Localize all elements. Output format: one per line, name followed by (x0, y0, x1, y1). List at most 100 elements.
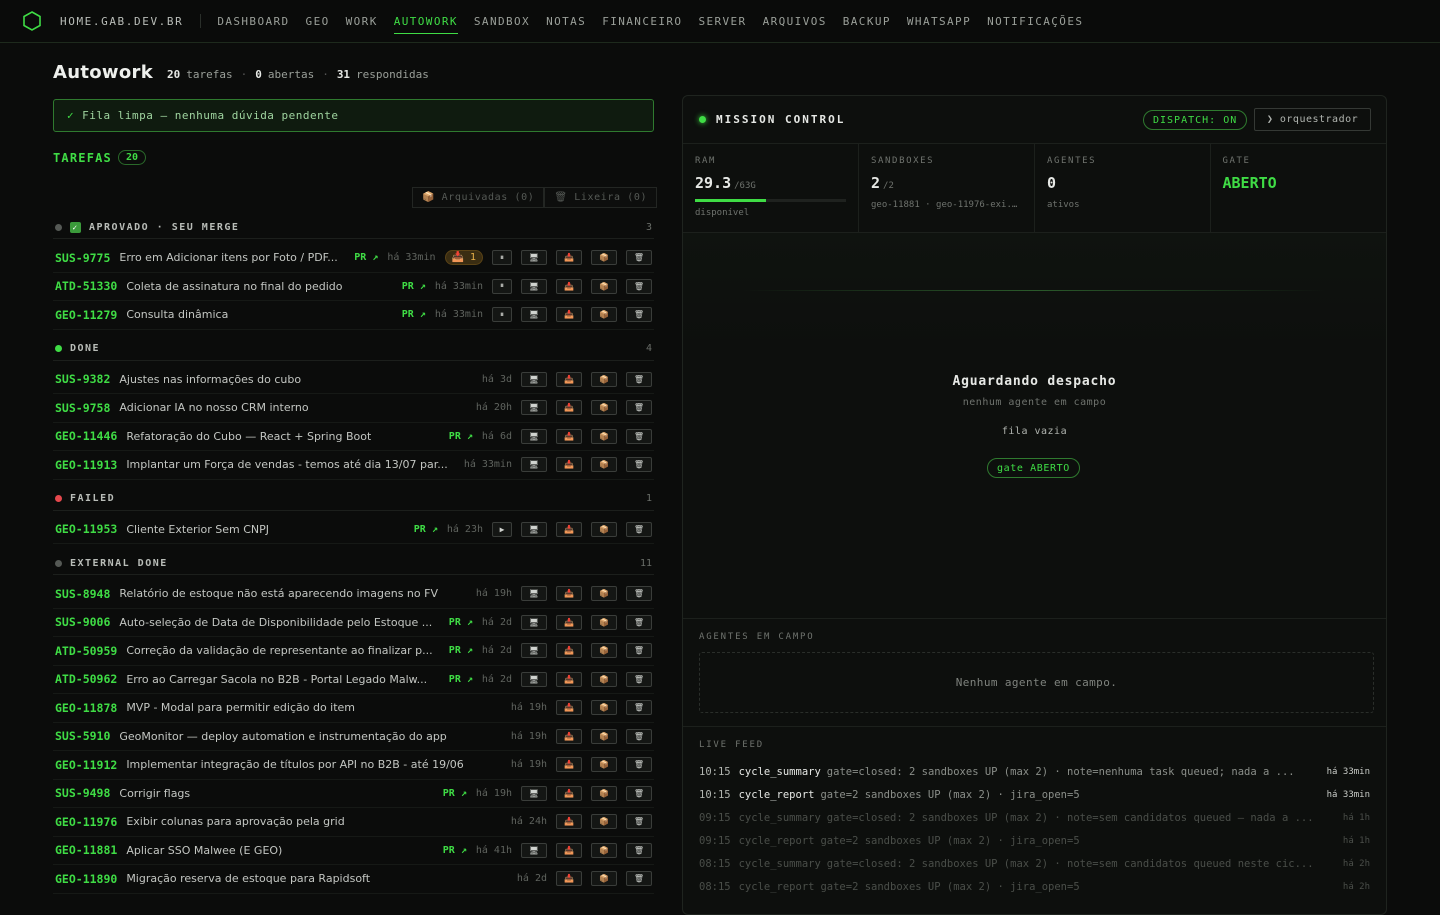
inbox-icon[interactable]: 📥 (556, 457, 582, 473)
task-title[interactable]: Migração reserva de estoque para Rapidso… (126, 872, 370, 885)
orquestrador-button[interactable]: ❯ orquestrador (1254, 108, 1371, 131)
archive-icon[interactable]: 📦 (591, 814, 617, 830)
dispatch-toggle[interactable]: DISPATCH: ON (1143, 110, 1248, 130)
task-row[interactable]: SUS-8948 Relatório de estoque não está ap… (53, 580, 654, 609)
pr-link[interactable]: PR ↗ (443, 845, 467, 856)
archive-icon[interactable]: 📦 (591, 371, 617, 387)
monitor-icon[interactable]: 🖥 (521, 250, 547, 266)
inbox-icon[interactable]: 📥 (556, 371, 582, 387)
task-row[interactable]: SUS-9382 Ajustes nas informações do cubo h… (53, 366, 654, 394)
archive-icon[interactable]: 📦 (591, 307, 617, 323)
archive-icon[interactable]: 📦 (591, 871, 617, 887)
brand-name[interactable]: HOME.GAB.DEV.BR (60, 15, 183, 28)
pause-icon[interactable]: ⏸ (492, 278, 512, 294)
monitor-icon[interactable]: 🖥 (521, 428, 547, 444)
monitor-icon[interactable]: 🖥 (521, 457, 547, 473)
nav-link-arquivos[interactable]: ARQUIVOS (763, 11, 827, 32)
task-id-link[interactable]: GEO-11279 (55, 308, 117, 322)
task-row[interactable]: SUS-9006 Auto-seleção de Data de Disponib… (53, 609, 654, 637)
trash-icon[interactable]: 🗑 (626, 728, 652, 744)
task-row[interactable]: ATD-50962 Erro ao Carregar Sacola no B2B … (53, 666, 654, 694)
group-header[interactable]: FAILED 1 (53, 488, 654, 511)
archive-icon[interactable]: 📦 (591, 278, 617, 294)
task-row[interactable]: SUS-9758 Adicionar IA no nosso CRM intern… (53, 394, 654, 423)
task-row[interactable]: GEO-11446 Refatoração do Cubo — React + S… (53, 423, 654, 451)
monitor-icon[interactable]: 🖥 (521, 307, 547, 323)
nav-link-work[interactable]: WORK (346, 11, 378, 32)
task-row[interactable]: GEO-11953 Cliente Exterior Sem CNPJ PR ↗ há… (53, 516, 654, 544)
nav-link-server[interactable]: SERVER (698, 11, 746, 32)
inbox-icon[interactable]: 📥 (556, 278, 582, 294)
task-id-link[interactable]: SUS-9758 (55, 401, 110, 415)
task-title[interactable]: Aplicar SSO Malwee (E GEO) (126, 844, 282, 857)
monitor-icon[interactable]: 🖥 (521, 842, 547, 858)
task-row[interactable]: ATD-50959 Correção da validação de repres… (53, 637, 654, 666)
archive-icon[interactable]: 📦 (591, 842, 617, 858)
group-header[interactable]: ✓ APROVADO · SEU MERGE 3 (53, 216, 654, 239)
task-row[interactable]: GEO-11881 Aplicar SSO Malwee (E GEO) PR ↗ h… (53, 837, 654, 865)
inbox-icon[interactable]: 📥 (556, 614, 582, 630)
pr-link[interactable]: PR ↗ (443, 788, 467, 799)
archive-icon[interactable]: 📦 (591, 614, 617, 630)
inbox-icon[interactable]: 📥 (556, 400, 582, 416)
monitor-icon[interactable]: 🖥 (521, 586, 547, 602)
hexagon-logo-icon[interactable] (22, 11, 42, 31)
task-title[interactable]: Coleta de assinatura no final do pedido (126, 280, 342, 293)
trash-icon[interactable]: 🗑 (626, 757, 652, 773)
task-title[interactable]: Consulta dinâmica (126, 308, 228, 321)
task-id-link[interactable]: GEO-11881 (55, 843, 117, 857)
task-row[interactable]: GEO-11976 Exibir colunas para aprovação p… (53, 808, 654, 837)
task-title[interactable]: Refatoração do Cubo — React + Spring Boo… (126, 430, 371, 443)
inbox-icon[interactable]: 📥 (556, 728, 582, 744)
pr-link[interactable]: PR ↗ (449, 645, 473, 656)
task-id-link[interactable]: SUS-9775 (55, 251, 110, 265)
archive-icon[interactable]: 📦 (591, 400, 617, 416)
task-title[interactable]: Exibir colunas para aprovação pela grid (126, 815, 344, 828)
task-row[interactable]: GEO-11912 Implementar integração de títul… (53, 751, 654, 780)
inbox-icon[interactable]: 📥 (556, 521, 582, 537)
trash-icon[interactable]: 🗑 (626, 643, 652, 659)
inbox-icon[interactable]: 📥 (556, 250, 582, 266)
trash-icon[interactable]: 🗑 (626, 814, 652, 830)
task-id-link[interactable]: SUS-9006 (55, 615, 110, 629)
group-header[interactable]: EXTERNAL DONE 11 (53, 552, 654, 575)
task-title[interactable]: Erro ao Carregar Sacola no B2B - Portal … (126, 673, 427, 686)
trash-icon[interactable]: 🗑 (626, 586, 652, 602)
pause-icon[interactable]: ⏸ (492, 307, 512, 323)
monitor-icon[interactable]: 🖥 (521, 400, 547, 416)
monitor-icon[interactable]: 🖥 (521, 671, 547, 687)
pause-icon[interactable]: ⏸ (492, 250, 512, 266)
task-id-link[interactable]: GEO-11953 (55, 522, 117, 536)
task-id-link[interactable]: GEO-11446 (55, 429, 117, 443)
inbox-icon[interactable]: 📥 (556, 643, 582, 659)
trash-icon[interactable]: 🗑 (626, 428, 652, 444)
task-id-link[interactable]: GEO-11912 (55, 758, 117, 772)
task-title[interactable]: MVP - Modal para permitir edição do item (126, 701, 355, 714)
play-icon[interactable]: ▶ (492, 521, 512, 537)
task-title[interactable]: Erro em Adicionar itens por Foto / PDF..… (119, 251, 337, 264)
trash-button[interactable]: 🗑 Lixeira (0) (544, 187, 658, 208)
monitor-icon[interactable]: 🖥 (521, 785, 547, 801)
trash-icon[interactable]: 🗑 (626, 785, 652, 801)
trash-icon[interactable]: 🗑 (626, 278, 652, 294)
trash-icon[interactable]: 🗑 (626, 700, 652, 716)
archive-icon[interactable]: 📦 (591, 521, 617, 537)
archive-icon[interactable]: 📦 (591, 643, 617, 659)
pr-link[interactable]: PR ↗ (449, 431, 473, 442)
trash-icon[interactable]: 🗑 (626, 521, 652, 537)
task-row[interactable]: GEO-11878 MVP - Modal para permitir ediçã… (53, 694, 654, 723)
archive-icon[interactable]: 📦 (591, 428, 617, 444)
task-id-link[interactable]: GEO-11913 (55, 458, 117, 472)
pr-link[interactable]: PR ↗ (449, 674, 473, 685)
inbox-icon[interactable]: 📥 (556, 757, 582, 773)
task-id-link[interactable]: ATD-50959 (55, 644, 117, 658)
inbox-icon[interactable]: 📥 (556, 871, 582, 887)
task-title[interactable]: GeoMonitor — deploy automation e instrum… (119, 730, 446, 743)
pr-link[interactable]: PR ↗ (354, 252, 378, 263)
nav-link-sandbox[interactable]: SANDBOX (474, 11, 530, 32)
task-row[interactable]: SUS-9775 Erro em Adicionar itens por Foto… (53, 244, 654, 273)
task-id-link[interactable]: SUS-9382 (55, 372, 110, 386)
inbox-badge[interactable]: 📥 1 (444, 250, 483, 266)
monitor-icon[interactable]: 🖥 (521, 278, 547, 294)
trash-icon[interactable]: 🗑 (626, 871, 652, 887)
